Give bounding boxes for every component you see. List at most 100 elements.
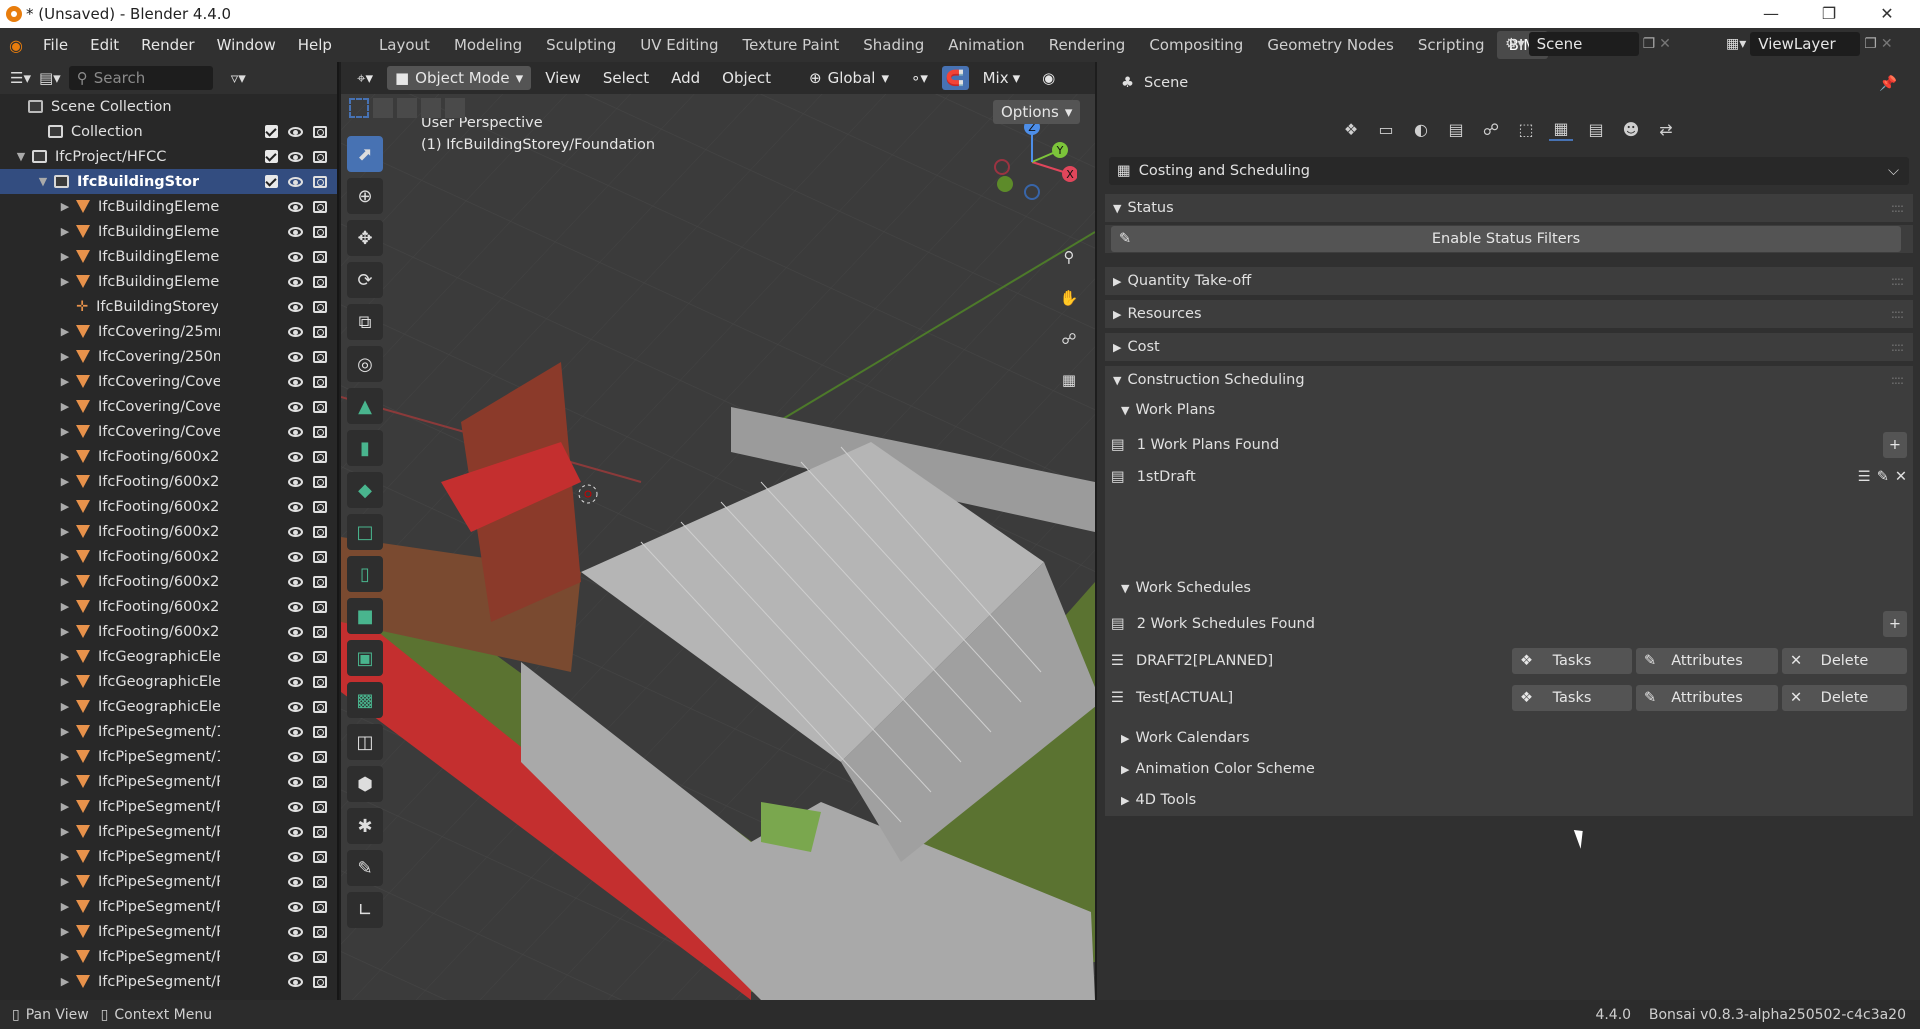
- outliner-item[interactable]: ▼ IfcBuildingStorey/Foun: [0, 169, 337, 194]
- visibility-eye-icon[interactable]: [288, 826, 303, 837]
- tab-workspace-rendering[interactable]: Rendering: [1037, 31, 1138, 59]
- render-camera-icon[interactable]: [313, 850, 327, 863]
- tab-fm-icon[interactable]: ⇄: [1654, 117, 1678, 141]
- visibility-eye-icon[interactable]: [288, 226, 303, 237]
- snap-target-dropdown[interactable]: Mix ▾: [975, 66, 1029, 90]
- enable-status-filters-button[interactable]: ✎ Enable Status Filters: [1111, 226, 1901, 252]
- outliner-item[interactable]: ▶ IfcPipeSegment/Pi: [0, 969, 337, 994]
- render-camera-icon[interactable]: [313, 225, 327, 238]
- render-camera-icon[interactable]: [313, 325, 327, 338]
- scene-name-field[interactable]: Scene: [1528, 32, 1639, 56]
- delete-viewlayer-icon[interactable]: ✕: [1881, 36, 1893, 52]
- menu-edit[interactable]: Edit: [79, 36, 130, 54]
- remove-plan-close-icon[interactable]: ✕: [1895, 469, 1907, 485]
- outliner-item[interactable]: ▶ IfcBuildingElement: [0, 194, 337, 219]
- render-camera-icon[interactable]: [313, 125, 327, 138]
- tab-services-icon[interactable]: ☍: [1479, 117, 1503, 141]
- render-camera-icon[interactable]: [313, 775, 327, 788]
- expand-arrow-icon[interactable]: ▶: [58, 725, 72, 738]
- expand-arrow-icon[interactable]: ▶: [58, 250, 72, 263]
- tab-structural-icon[interactable]: ⬚: [1514, 117, 1538, 141]
- render-camera-icon[interactable]: [313, 950, 327, 963]
- tab-workspace-modeling[interactable]: Modeling: [442, 31, 534, 59]
- tab-geometry-icon[interactable]: ◐: [1409, 117, 1433, 141]
- visibility-eye-icon[interactable]: [288, 926, 303, 937]
- outliner-item[interactable]: ▶ IfcCovering/Cover: [0, 369, 337, 394]
- outliner-item[interactable]: ▶ IfcPipeSegment/1:: [0, 719, 337, 744]
- delete-scene-icon[interactable]: ✕: [1659, 36, 1671, 52]
- visibility-eye-icon[interactable]: [288, 626, 303, 637]
- render-camera-icon[interactable]: [313, 275, 327, 288]
- menu-file[interactable]: File: [32, 36, 79, 54]
- edit-plan-pencil-icon[interactable]: ✎: [1877, 469, 1889, 485]
- visibility-eye-icon[interactable]: [288, 901, 303, 912]
- attributes-button[interactable]: ✎ Attributes: [1636, 648, 1778, 674]
- visibility-eye-icon[interactable]: [288, 276, 303, 287]
- shape-tool-icon[interactable]: ⬢: [347, 766, 383, 802]
- visibility-eye-icon[interactable]: [288, 601, 303, 612]
- expand-arrow-icon[interactable]: ▶: [58, 450, 72, 463]
- delete-schedule-button[interactable]: ✕ Delete: [1782, 685, 1907, 711]
- menu-add[interactable]: Add: [663, 66, 708, 90]
- expand-arrow-icon[interactable]: ▶: [58, 325, 72, 338]
- drag-handle-icon[interactable]: ::::: [1891, 373, 1904, 387]
- tab-workspace-animation[interactable]: Animation: [936, 31, 1036, 59]
- expand-arrow-icon[interactable]: ▶: [58, 625, 72, 638]
- expand-arrow-icon[interactable]: ▶: [58, 825, 72, 838]
- expand-arrow-icon[interactable]: ▶: [58, 200, 72, 213]
- render-camera-icon[interactable]: [313, 450, 327, 463]
- outliner-item[interactable]: ▼ IfcProject/HFCC: [0, 144, 337, 169]
- restore-button[interactable]: ❐: [1806, 0, 1852, 28]
- outliner-item[interactable]: ▶ IfcPipeSegment/Pi: [0, 769, 337, 794]
- visibility-eye-icon[interactable]: [288, 851, 303, 862]
- 3d-viewport[interactable]: ⌖▾ ■ Object Mode ▾ View Select Add Object …: [341, 62, 1095, 1000]
- render-camera-icon[interactable]: [313, 725, 327, 738]
- select-intersect-icon[interactable]: [445, 98, 465, 118]
- door-tool-icon[interactable]: □: [347, 514, 383, 550]
- visibility-eye-icon[interactable]: [288, 126, 303, 137]
- render-camera-icon[interactable]: [313, 650, 327, 663]
- render-camera-icon[interactable]: [313, 175, 327, 188]
- mesh-tool-icon[interactable]: ✱: [347, 808, 383, 844]
- visibility-eye-icon[interactable]: [288, 551, 303, 562]
- visibility-eye-icon[interactable]: [288, 251, 303, 262]
- menu-view[interactable]: View: [537, 66, 589, 90]
- tab-project-icon[interactable]: ❖: [1339, 117, 1363, 141]
- work-schedule-row[interactable]: ☰ Test[ACTUAL] ❖ Tasks ✎ Attributes ✕ Delete: [1111, 684, 1907, 712]
- tab-workspace-shading[interactable]: Shading: [851, 31, 936, 59]
- new-viewlayer-icon[interactable]: ❐: [1864, 36, 1877, 52]
- display-mode-icon[interactable]: ▤▾: [39, 69, 61, 87]
- 4d-tools-subheader[interactable]: ▶ 4D Tools: [1121, 786, 1920, 814]
- render-camera-icon[interactable]: [313, 675, 327, 688]
- visibility-eye-icon[interactable]: [288, 401, 303, 412]
- filter-icon[interactable]: ▿▾: [231, 69, 246, 87]
- scale-tool-icon[interactable]: ⧉: [347, 304, 383, 340]
- visibility-eye-icon[interactable]: [288, 776, 303, 787]
- render-camera-icon[interactable]: [313, 550, 327, 563]
- visibility-eye-icon[interactable]: [288, 976, 303, 987]
- outliner-item[interactable]: ▶ IfcBuildingElement: [0, 219, 337, 244]
- render-camera-icon[interactable]: [313, 375, 327, 388]
- outliner-item[interactable]: ▶ IfcCovering/25mm: [0, 319, 337, 344]
- render-camera-icon[interactable]: [313, 750, 327, 763]
- outliner-item[interactable]: ▶ IfcFooting/600x23: [0, 594, 337, 619]
- editor-type-button[interactable]: ⌖▾: [349, 66, 381, 90]
- visibility-eye-icon[interactable]: [288, 751, 303, 762]
- pan-hand-icon[interactable]: ✋: [1054, 283, 1084, 313]
- column-tool-icon[interactable]: ▯: [347, 556, 383, 592]
- work-schedules-subheader[interactable]: ▼ Work Schedules: [1121, 574, 1920, 602]
- add-work-schedule-button[interactable]: +: [1883, 611, 1907, 637]
- navigation-gizmo[interactable]: X Y Z: [987, 117, 1077, 207]
- outliner-item[interactable]: ▶ IfcGeographicElem: [0, 669, 337, 694]
- render-camera-icon[interactable]: [313, 200, 327, 213]
- qto-section-header[interactable]: ▶ Quantity Take-off::::: [1105, 267, 1913, 295]
- visibility-eye-icon[interactable]: [288, 576, 303, 587]
- annotate-tool-icon[interactable]: ✎: [347, 850, 383, 886]
- exclude-checkbox[interactable]: [265, 150, 278, 163]
- visibility-eye-icon[interactable]: [288, 676, 303, 687]
- add-work-plan-button[interactable]: +: [1883, 432, 1907, 458]
- expand-arrow-icon[interactable]: ▶: [58, 425, 72, 438]
- status-section-header[interactable]: ▼ Status::::: [1105, 194, 1913, 222]
- visibility-eye-icon[interactable]: [288, 201, 303, 212]
- outliner-item[interactable]: ▶ IfcPipeSegment/1:: [0, 744, 337, 769]
